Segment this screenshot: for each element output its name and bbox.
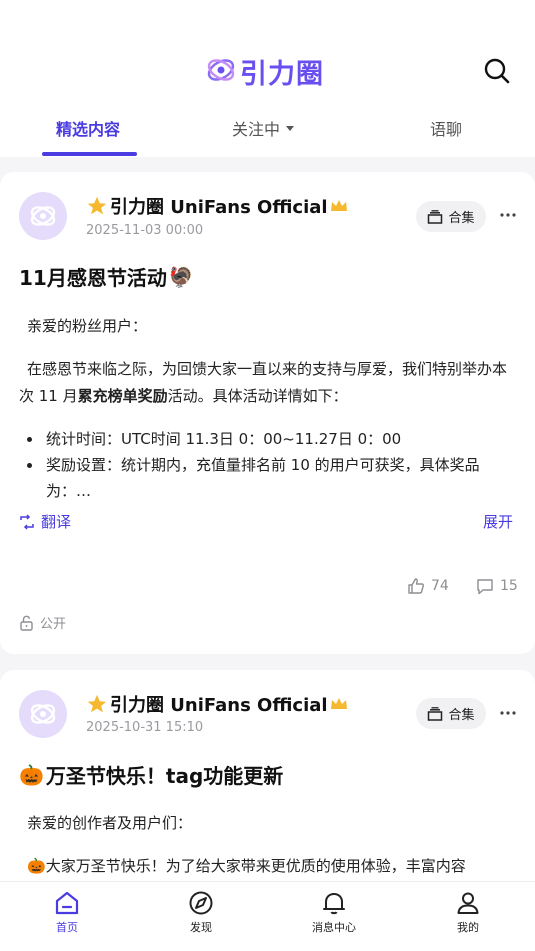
post-body: 🎃大家万圣节快乐！为了给大家带来更优质的使用体验，丰富内容 xyxy=(19,853,519,880)
post-date: 2025-11-03 00:00 xyxy=(86,223,204,238)
avatar[interactable] xyxy=(19,690,67,738)
expand-button[interactable]: 展开 xyxy=(483,511,513,532)
active-tab-indicator xyxy=(42,152,137,156)
like-count: 74 xyxy=(431,578,449,594)
more-dots-icon xyxy=(500,711,516,715)
post-body-bold: 累充榜单奖励 xyxy=(77,387,168,405)
tab-featured-label: 精选内容 xyxy=(56,120,121,139)
tabbar-item-messages[interactable]: 消息中心 xyxy=(294,890,374,935)
star-icon xyxy=(87,196,107,215)
collection-button[interactable]: 合集 xyxy=(416,698,486,729)
crown-icon xyxy=(330,200,347,211)
author-name: 引力圈 UniFans Official xyxy=(110,197,328,218)
star-icon xyxy=(87,694,107,713)
tabbar-label-home: 首页 xyxy=(56,921,78,934)
user-icon xyxy=(457,892,479,914)
tabbar-item-home[interactable]: 首页 xyxy=(27,890,107,935)
translate-icon xyxy=(20,513,34,530)
translate-label: 翻译 xyxy=(41,513,72,531)
collection-icon xyxy=(428,209,443,224)
search-icon xyxy=(484,58,510,84)
avatar-logo-icon xyxy=(30,704,56,724)
bottom-tab-bar: 首页 发现 消息中心 我的 xyxy=(0,881,535,951)
post-title[interactable]: 🎃 万圣节快乐！tag功能更新 xyxy=(19,760,283,789)
post-body-text: 大家万圣节快乐！为了给大家带来更优质的使用体验，丰富内容 xyxy=(45,857,466,875)
post-title-text: 万圣节快乐！tag功能更新 xyxy=(45,764,284,788)
post-title-text: 11月感恩节活动 xyxy=(19,266,167,290)
thumbs-up-icon xyxy=(408,578,424,594)
post-greeting: 亲爱的创作者及用户们： xyxy=(27,814,193,832)
avatar[interactable] xyxy=(19,192,67,240)
comment-button[interactable]: 15 xyxy=(476,577,518,595)
author-name-row[interactable]: 引力圈 UniFans Official xyxy=(86,193,348,219)
post-card[interactable]: 引力圈 UniFans Official 2025-11-03 00:00 合集… xyxy=(0,172,535,654)
pumpkin-emoji-icon: 🎃 xyxy=(27,857,46,875)
tabbar-label-discover: 发现 xyxy=(190,921,212,934)
post-greeting: 亲爱的粉丝用户： xyxy=(27,317,148,335)
turkey-emoji-icon: 🦃 xyxy=(168,264,194,289)
collection-label: 合集 xyxy=(448,708,475,723)
collection-label: 合集 xyxy=(448,211,475,226)
pumpkin-emoji-icon: 🎃 xyxy=(19,762,44,787)
home-icon xyxy=(55,891,79,915)
post-title[interactable]: 11月感恩节活动 🦃 xyxy=(19,262,194,291)
avatar-logo-icon xyxy=(30,206,56,226)
bell-icon xyxy=(323,893,345,915)
comment-icon xyxy=(477,579,493,595)
tabbar-item-discover[interactable]: 发现 xyxy=(161,890,241,935)
tab-featured[interactable]: 精选内容 xyxy=(56,116,120,140)
author-name: 引力圈 UniFans Official xyxy=(110,695,328,716)
like-button[interactable]: 74 xyxy=(407,577,449,595)
comment-count: 15 xyxy=(500,578,518,594)
visibility-label: 公开 xyxy=(40,617,67,632)
tabbar-label-messages: 消息中心 xyxy=(312,921,356,934)
post-body: 在感恩节来临之际，为回馈大家一直以来的支持与厚爱，我们特别举办本次 11 月累充… xyxy=(19,356,519,410)
more-dots-icon xyxy=(500,213,516,217)
translate-button[interactable]: 翻译 xyxy=(19,511,71,532)
post-body-text-2: 活动。具体活动详情如下： xyxy=(167,387,348,405)
tab-voice-chat[interactable]: 语聊 xyxy=(430,116,462,140)
logo-text: 引力圈 xyxy=(240,59,324,90)
search-button[interactable] xyxy=(482,56,512,86)
tabbar-label-profile: 我的 xyxy=(457,921,479,934)
more-options-button[interactable] xyxy=(498,205,518,225)
post-date: 2025-10-31 15:10 xyxy=(86,720,204,735)
author-name-row[interactable]: 引力圈 UniFans Official xyxy=(86,691,348,717)
compass-icon xyxy=(189,891,213,915)
caret-down-icon xyxy=(286,125,295,131)
collection-icon xyxy=(428,706,443,721)
list-item: 奖励设置：统计期内，充值量排名前 10 的用户可获奖，具体奖品为：… xyxy=(27,452,513,504)
app-logo: 引力圈 xyxy=(206,52,324,91)
tab-following-label: 关注中 xyxy=(232,120,281,139)
unlock-icon xyxy=(20,615,33,631)
collection-button[interactable]: 合集 xyxy=(416,201,486,232)
list-item: 统计时间：UTC时间 11.3日 0：00~11.27日 0：00 xyxy=(27,426,513,452)
top-header: 引力圈 精选内容 关注中 语聊 xyxy=(0,0,535,157)
tab-following[interactable]: 关注中 xyxy=(232,116,295,140)
crown-icon xyxy=(330,698,347,709)
tabbar-item-profile[interactable]: 我的 xyxy=(428,890,508,935)
more-options-button[interactable] xyxy=(498,703,518,723)
feed-tabs: 精选内容 关注中 语聊 xyxy=(0,108,535,157)
logo-mark-icon xyxy=(206,55,236,89)
tab-voice-chat-label: 语聊 xyxy=(430,120,463,139)
visibility-status: 公开 xyxy=(19,613,66,632)
post-bullet-list: 统计时间：UTC时间 11.3日 0：00~11.27日 0：00 奖励设置：统… xyxy=(27,426,513,504)
